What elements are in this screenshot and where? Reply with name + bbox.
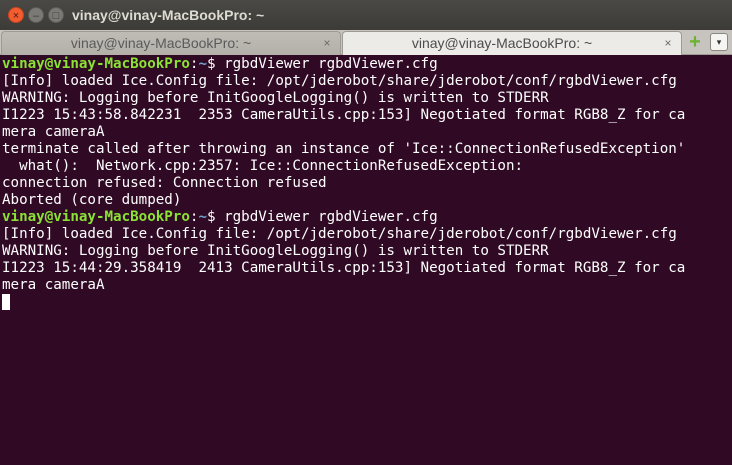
output-text: [Info] loaded Ice.Config file: /opt/jder…: [2, 226, 677, 242]
output-text: Aborted (core dumped): [2, 192, 182, 208]
output-text: what(): Network.cpp:2357: Ice::Connectio…: [2, 158, 524, 174]
window-close-button[interactable]: ×: [8, 7, 24, 23]
output-line: I1223 15:44:29.358419 2413 CameraUtils.c…: [2, 260, 730, 277]
output-text: WARNING: Logging before InitGoogleLoggin…: [2, 243, 549, 259]
prompt-line: vinay@vinay-MacBookPro:~$ rgbdViewer rgb…: [2, 56, 730, 73]
plus-icon[interactable]: +: [686, 32, 704, 52]
output-text: [Info] loaded Ice.Config file: /opt/jder…: [2, 73, 677, 89]
output-line: mera cameraA: [2, 277, 730, 294]
output-line: connection refused: Connection refused: [2, 175, 730, 192]
tab-label: vinay@vinay-MacBookPro: ~: [70, 35, 252, 51]
tab-bar: vinay@vinay-MacBookPro: ~ × vinay@vinay-…: [0, 30, 732, 55]
output-text: I1223 15:44:29.358419 2413 CameraUtils.c…: [2, 260, 686, 276]
tab-terminal-2[interactable]: vinay@vinay-MacBookPro: ~ ×: [342, 31, 682, 55]
command-text: $ rgbdViewer rgbdViewer.cfg: [207, 209, 438, 225]
tab-label: vinay@vinay-MacBookPro: ~: [411, 35, 593, 51]
output-line: terminate called after throwing an insta…: [2, 141, 730, 158]
output-text: WARNING: Logging before InitGoogleLoggin…: [2, 90, 549, 106]
terminal-window: × – □ vinay@vinay-MacBookPro: ~ vinay@vi…: [0, 0, 732, 465]
output-line: Aborted (core dumped): [2, 192, 730, 209]
output-text: connection refused: Connection refused: [2, 175, 327, 191]
window-maximize-button[interactable]: □: [48, 7, 64, 23]
output-line: mera cameraA: [2, 124, 730, 141]
window-title: vinay@vinay-MacBookPro: ~: [72, 7, 265, 23]
output-line: [Info] loaded Ice.Config file: /opt/jder…: [2, 226, 730, 243]
output-line: what(): Network.cpp:2357: Ice::Connectio…: [2, 158, 730, 175]
prompt-user: vinay@vinay-MacBookPro: [2, 209, 190, 225]
output-text: terminate called after throwing an insta…: [2, 141, 686, 157]
prompt-path: ~: [198, 56, 208, 72]
terminal-output[interactable]: vinay@vinay-MacBookPro:~$ rgbdViewer rgb…: [2, 56, 730, 463]
output-line: [Info] loaded Ice.Config file: /opt/jder…: [2, 73, 730, 90]
input-line[interactable]: [2, 294, 730, 311]
prompt-line: vinay@vinay-MacBookPro:~$ rgbdViewer rgb…: [2, 209, 730, 226]
prompt-path: ~: [198, 209, 208, 225]
prompt-user: vinay@vinay-MacBookPro: [2, 56, 190, 72]
text-cursor: [2, 294, 10, 310]
output-line: I1223 15:43:58.842231 2353 CameraUtils.c…: [2, 107, 730, 124]
window-minimize-button[interactable]: –: [28, 7, 44, 23]
output-line: WARNING: Logging before InitGoogleLoggin…: [2, 243, 730, 260]
tab-close-icon[interactable]: ×: [320, 35, 334, 51]
command-text: $ rgbdViewer rgbdViewer.cfg: [207, 56, 438, 72]
output-line: WARNING: Logging before InitGoogleLoggin…: [2, 90, 730, 107]
tab-close-icon[interactable]: ×: [661, 35, 675, 51]
output-text: mera cameraA: [2, 124, 105, 140]
title-bar[interactable]: × – □ vinay@vinay-MacBookPro: ~: [0, 0, 732, 30]
output-text: mera cameraA: [2, 277, 105, 293]
tab-terminal-1[interactable]: vinay@vinay-MacBookPro: ~ ×: [1, 31, 341, 55]
chevron-down-icon[interactable]: ▾: [710, 33, 728, 51]
output-text: I1223 15:43:58.842231 2353 CameraUtils.c…: [2, 107, 686, 123]
